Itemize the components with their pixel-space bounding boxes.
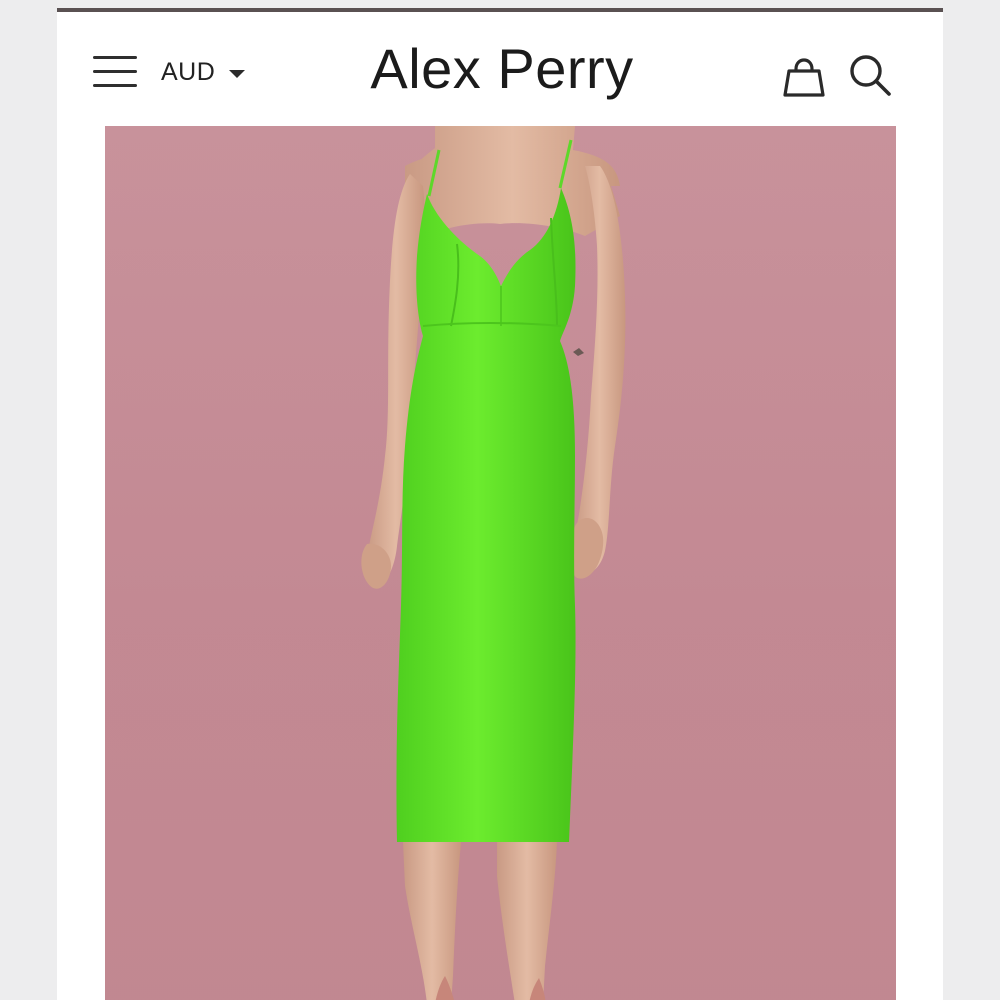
search-icon (850, 55, 891, 96)
chevron-down-icon (229, 69, 246, 78)
screenshot: AUD Alex Perry (0, 0, 1000, 1000)
site-header: AUD Alex Perry (57, 12, 943, 124)
product-page: AUD Alex Perry (57, 8, 943, 1000)
search-button[interactable] (845, 50, 897, 102)
currency-label: AUD (161, 57, 216, 86)
currency-selector[interactable]: AUD (161, 54, 246, 90)
model-in-green-dress-illustration (105, 126, 896, 1000)
product-image[interactable] (105, 126, 896, 1000)
menu-button[interactable] (91, 52, 139, 92)
right-margin (943, 0, 1000, 1000)
left-margin (0, 0, 57, 1000)
shopping-bag-button[interactable] (779, 49, 829, 101)
brand-logo[interactable]: Alex Perry (337, 34, 667, 104)
shopping-bag-icon (783, 58, 825, 97)
